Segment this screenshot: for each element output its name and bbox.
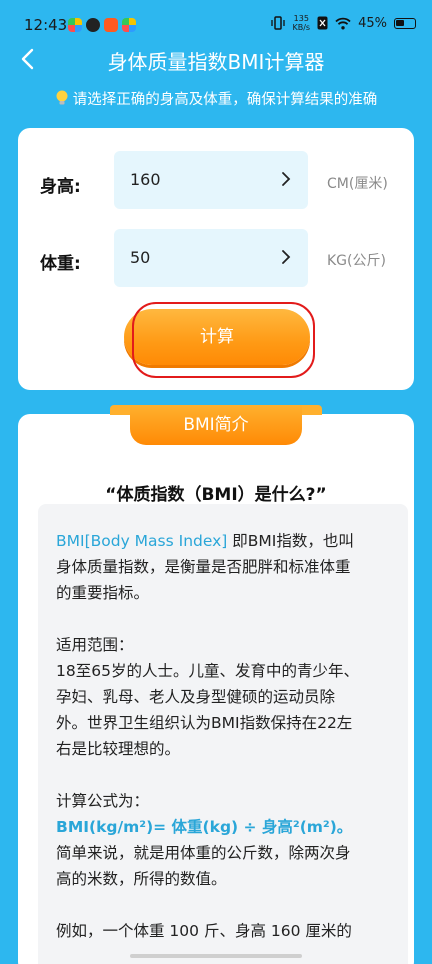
battery-icon — [394, 17, 416, 29]
vibrate-icon — [271, 16, 286, 30]
height-input[interactable]: 160 — [114, 151, 308, 209]
bmi-term: BMI[Body Mass Index] — [56, 532, 228, 550]
intro-formula: 计算公式为： BMI(kg/m²)= 体重(kg) ÷ 身高²(m²)。 简单来… — [56, 788, 390, 892]
weight-label: 体重: — [40, 254, 81, 274]
net-speed: 135 KB/s — [292, 14, 310, 32]
app-notification-icon — [86, 18, 100, 32]
intro-text: 简单来说，就是用体重的公斤数，除两次身 — [56, 844, 351, 862]
intro-example: 例如，一个体重 100 斤、身高 160 厘米的 — [56, 918, 390, 944]
height-unit: CM(厘米) — [327, 176, 388, 192]
intro-scope: 适用范围： 18至65岁的人士。儿童、发育中的青少年、 孕妇、乳母、老人及身型健… — [56, 632, 390, 762]
input-card: 身高: 160 CM(厘米) 体重: 50 KG(公斤) 计算 — [18, 128, 414, 390]
scope-title: 适用范围： — [56, 636, 134, 654]
wifi-icon — [335, 17, 351, 29]
intro-text: 外。世界卫生组织认为BMI指数保持在22左 — [56, 714, 353, 732]
weight-value: 50 — [130, 248, 151, 267]
chevron-right-icon — [282, 172, 291, 186]
chevron-right-icon — [282, 250, 291, 264]
formula-title: 计算公式为： — [56, 792, 150, 810]
intro-text: 即BMI指数，也叫 — [227, 532, 354, 550]
page-title: 身体质量指数BMI计算器 — [107, 50, 325, 74]
tip-line: 请选择正确的身高及体重，确保计算结果的准确 — [0, 88, 432, 109]
weight-input[interactable]: 50 — [114, 229, 308, 287]
intro-text: 高的米数，所得的数值。 — [56, 870, 227, 888]
height-label: 身高: — [40, 177, 81, 197]
intro-text: 例如，一个体重 100 斤、身高 160 厘米的 — [56, 922, 352, 940]
bmi-formula: BMI(kg/m²)= 体重(kg) ÷ 身高²(m²)。 — [56, 818, 353, 836]
home-indicator[interactable] — [130, 954, 302, 958]
intro-text: 的重要指标。 — [56, 584, 150, 602]
status-right: 135 KB/s 45% — [271, 14, 416, 32]
net-speed-unit: KB/s — [292, 23, 311, 32]
battery-percent: 45% — [358, 15, 387, 31]
height-value: 160 — [130, 170, 161, 189]
status-time: 12:43 — [24, 16, 68, 34]
calculate-button[interactable]: 计算 — [124, 309, 310, 365]
app-notification-icon — [68, 18, 82, 32]
notification-icons — [68, 18, 136, 32]
intro-body: BMI[Body Mass Index] 即BMI指数，也叫 身体质量指数，是衡… — [38, 504, 408, 964]
intro-definition: BMI[Body Mass Index] 即BMI指数，也叫 身体质量指数，是衡… — [56, 528, 390, 606]
intro-text: 身体质量指数，是衡量是否肥胖和标准体重 — [56, 558, 351, 576]
app-notification-icon — [122, 18, 136, 32]
app-notification-icon — [104, 18, 118, 32]
net-speed-value: 135 — [293, 14, 309, 23]
intro-ribbon: BMI简介 — [110, 405, 322, 445]
intro-text: 18至65岁的人士。儿童、发育中的青少年、 — [56, 662, 359, 680]
intro-question: “体质指数（BMI）是什么?” — [105, 485, 327, 505]
tip-text: 请选择正确的身高及体重，确保计算结果的准确 — [72, 92, 378, 108]
sim-off-icon — [317, 16, 328, 30]
intro-text: 孕妇、乳母、老人及身型健硕的运动员除 — [56, 688, 336, 706]
nav-header: 身体质量指数BMI计算器 — [0, 38, 432, 82]
weight-unit: KG(公斤) — [327, 253, 386, 269]
lightbulb-icon — [56, 90, 68, 105]
intro-text: 右是比较理想的。 — [56, 740, 181, 758]
intro-tab-title: BMI简介 — [130, 405, 302, 445]
